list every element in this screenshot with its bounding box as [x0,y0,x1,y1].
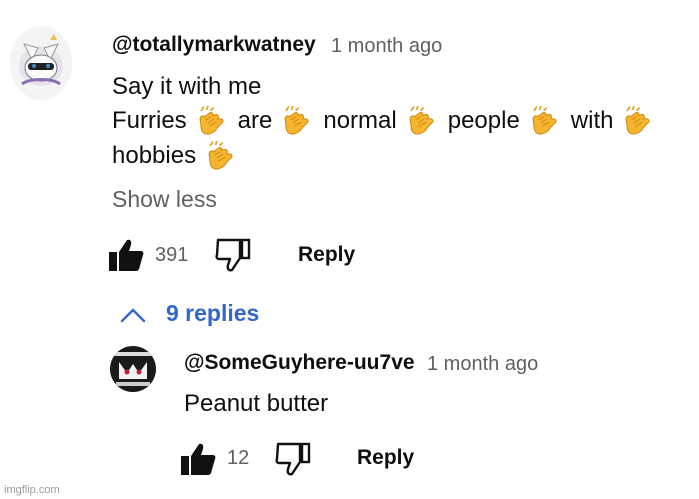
comment-line-1: Say it with me [112,73,262,100]
clapping-hands-icon [621,106,651,136]
replies-count[interactable]: 9 replies [166,300,259,327]
clapping-hands-icon [405,106,435,136]
thumbs-up-icon [181,443,216,475]
comment-timestamp[interactable]: 1 month ago [331,35,442,58]
thumbs-down-icon [275,442,311,476]
reply-like-button[interactable] [180,442,216,476]
comment-line-2: Furries are normal people with [112,106,664,136]
thumbs-down-icon [215,238,251,272]
comment-word: hobbies [112,142,197,169]
reply-avatar[interactable] [110,346,156,392]
clapping-hands-icon [195,106,225,136]
dislike-button[interactable] [215,238,251,272]
reply-button[interactable]: Reply [298,243,355,267]
clapping-hands-icon [204,141,234,171]
like-button[interactable] [108,238,144,272]
reply-text: Peanut butter [184,390,329,417]
reply-dislike-button[interactable] [275,442,311,476]
comment-word: people [447,107,520,134]
comment-word: are [237,107,273,134]
chevron-up-icon [120,308,146,323]
show-less-button[interactable]: Show less [112,186,217,213]
clapping-hands-icon [280,106,310,136]
comment-word: with [570,107,614,134]
comment-word: Furries [112,107,187,134]
comment-word: normal [323,107,397,134]
comment-author[interactable]: @totallymarkwatney [112,33,316,57]
reply-author[interactable]: @SomeGuyhere-uu7ve [184,351,415,375]
reply-timestamp[interactable]: 1 month ago [427,353,538,376]
clapping-hands-icon [528,106,558,136]
like-count: 391 [155,244,189,266]
comment-line-3: hobbies [112,141,247,171]
commenter-avatar[interactable] [10,26,72,100]
watermark: imgflip.com [4,484,60,496]
reply-reply-button[interactable]: Reply [357,446,414,470]
thumbs-up-icon [109,239,144,271]
reply-like-count: 12 [227,447,250,469]
